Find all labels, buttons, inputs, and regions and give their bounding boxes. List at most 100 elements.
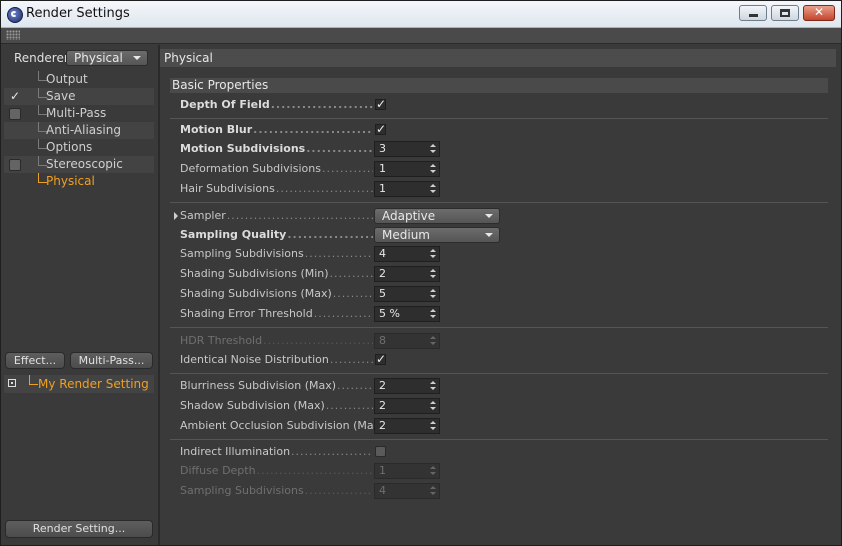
nav-item-label: Stereoscopic — [46, 157, 123, 171]
render-setting-button[interactable]: Render Setting... — [5, 520, 153, 538]
row-depth-of-field: Depth Of Field ✓ — [180, 96, 820, 114]
render-setting-item[interactable]: My Render Setting — [4, 375, 154, 393]
arrow-down-icon[interactable] — [430, 275, 436, 278]
arrow-up-icon[interactable] — [430, 309, 436, 312]
row-diffuse-depth: Diffuse Depth 1 — [180, 462, 820, 480]
shadow-subdivision-input[interactable]: 2 — [374, 398, 440, 414]
grip-icon[interactable] — [6, 30, 20, 40]
nav-item-anti-aliasing[interactable]: Anti-Aliasing — [4, 122, 154, 139]
sampler-dropdown[interactable]: Adaptive — [374, 208, 500, 224]
hdr-threshold-label: HDR Threshold — [180, 332, 373, 350]
expand-arrow-icon[interactable] — [174, 212, 178, 220]
arrow-down-icon[interactable] — [430, 170, 436, 173]
arrow-up-icon[interactable] — [430, 144, 436, 147]
minimize-button[interactable] — [739, 5, 767, 21]
render-setting-name: My Render Setting — [38, 377, 149, 391]
renderer-value: Physical — [74, 51, 123, 65]
checkbox-icon[interactable] — [9, 159, 21, 171]
expand-icon[interactable] — [8, 379, 16, 387]
renderer-dropdown[interactable]: Physical — [66, 50, 148, 66]
divider — [170, 202, 828, 203]
nav-item-save[interactable]: ✓ Save — [4, 88, 154, 105]
hair-subdivisions-label: Hair Subdivisions — [180, 180, 373, 198]
nav-item-stereoscopic[interactable]: Stereoscopic — [4, 156, 154, 173]
settings-nav: Output ✓ Save Multi-Pass Anti-Aliasing Option… — [4, 71, 154, 190]
shadow-subdivision-label: Shadow Subdivision (Max) — [180, 397, 373, 415]
nav-item-options[interactable]: Options — [4, 139, 154, 156]
diffuse-depth-input: 1 — [374, 463, 440, 479]
motion-subdivisions-input[interactable]: 3 — [374, 141, 440, 157]
arrow-up-icon[interactable] — [430, 269, 436, 272]
chevron-down-icon — [485, 214, 493, 218]
identical-noise-label: Identical Noise Distribution — [180, 351, 373, 369]
arrow-up-icon[interactable] — [430, 289, 436, 292]
motion-subdivisions-label: Motion Subdivisions — [180, 140, 373, 158]
arrow-up-icon[interactable] — [430, 249, 436, 252]
depth-of-field-label: Depth Of Field — [180, 96, 373, 114]
nav-item-multi-pass[interactable]: Multi-Pass — [4, 105, 154, 122]
title-bar[interactable]: Render Settings ✕ — [1, 1, 841, 28]
ao-subdivision-input[interactable]: 2 — [374, 418, 440, 434]
indirect-illumination-checkbox[interactable] — [375, 446, 386, 457]
arrow-down-icon — [430, 342, 436, 345]
arrow-down-icon[interactable] — [430, 315, 436, 318]
arrow-down-icon[interactable] — [430, 255, 436, 258]
shading-subdivisions-max-label: Shading Subdivisions (Max) — [180, 285, 373, 303]
nav-item-label: Physical — [46, 174, 95, 188]
sampling-quality-dropdown[interactable]: Medium — [374, 227, 500, 243]
arrow-down-icon — [430, 492, 436, 495]
arrow-up-icon[interactable] — [430, 164, 436, 167]
arrow-down-icon — [430, 472, 436, 475]
close-button[interactable]: ✕ — [803, 5, 835, 21]
nav-item-output[interactable]: Output — [4, 71, 154, 88]
arrow-up-icon[interactable] — [430, 421, 436, 424]
close-icon: ✕ — [813, 5, 825, 19]
blurriness-subdivision-input[interactable]: 2 — [374, 378, 440, 394]
maximize-button[interactable] — [771, 5, 799, 21]
identical-noise-checkbox[interactable]: ✓ — [375, 353, 386, 365]
diffuse-depth-label: Diffuse Depth — [180, 462, 373, 480]
blurriness-subdivision-label: Blurriness Subdivision (Max) — [180, 377, 373, 395]
row-motion-blur: Motion Blur ✓ — [180, 121, 820, 139]
arrow-down-icon[interactable] — [430, 407, 436, 410]
arrow-up-icon — [430, 336, 436, 339]
arrow-up-icon[interactable] — [430, 184, 436, 187]
arrow-down-icon[interactable] — [430, 295, 436, 298]
row-blurriness-subdivision: Blurriness Subdivision (Max) 2 — [180, 377, 820, 395]
section-header[interactable]: Basic Properties — [170, 78, 828, 93]
sampling-subdivisions-input[interactable]: 4 — [374, 246, 440, 262]
arrow-down-icon[interactable] — [430, 150, 436, 153]
nav-item-label: Options — [46, 140, 93, 154]
gi-sampling-subdivisions-label: Sampling Subdivisions — [180, 482, 373, 500]
depth-of-field-checkbox[interactable]: ✓ — [375, 98, 386, 110]
sampling-subdivisions-label: Sampling Subdivisions — [180, 245, 373, 263]
row-hdr-threshold: HDR Threshold 8 — [180, 332, 820, 350]
effect-button[interactable]: Effect... — [5, 352, 65, 369]
tree-connector — [29, 375, 38, 385]
deformation-subdivisions-input[interactable]: 1 — [374, 161, 440, 177]
cinema4d-logo-icon — [7, 7, 23, 23]
arrow-up-icon[interactable] — [430, 381, 436, 384]
row-hair-subdivisions: Hair Subdivisions 1 — [180, 180, 820, 198]
checkbox-icon[interactable] — [9, 108, 21, 120]
row-sampling-subdivisions: Sampling Subdivisions 4 — [180, 245, 820, 263]
hair-subdivisions-input[interactable]: 1 — [374, 181, 440, 197]
render-settings-window: Render Settings ✕ Renderer Physical Outp… — [0, 0, 842, 546]
row-shading-subdivisions-max: Shading Subdivisions (Max) 5 — [180, 285, 820, 303]
left-panel: Renderer Physical Output ✓ Save Multi-Pass A… — [1, 45, 160, 545]
arrow-up-icon — [430, 466, 436, 469]
gi-sampling-subdivisions-input: 4 — [374, 483, 440, 499]
arrow-down-icon[interactable] — [430, 427, 436, 430]
arrow-down-icon[interactable] — [430, 190, 436, 193]
arrow-up-icon[interactable] — [430, 401, 436, 404]
arrow-down-icon[interactable] — [430, 387, 436, 390]
nav-item-physical[interactable]: Physical — [4, 173, 154, 190]
motion-blur-checkbox[interactable]: ✓ — [375, 123, 386, 135]
multi-pass-button[interactable]: Multi-Pass... — [70, 352, 153, 369]
check-icon[interactable]: ✓ — [10, 88, 20, 105]
shading-subdivisions-min-input[interactable]: 2 — [374, 266, 440, 282]
shading-subdivisions-max-input[interactable]: 5 — [374, 286, 440, 302]
shading-error-threshold-input[interactable]: 5 % — [374, 306, 440, 322]
row-deformation-subdivisions: Deformation Subdivisions 1 — [180, 160, 820, 178]
row-shading-subdivisions-min: Shading Subdivisions (Min) 2 — [180, 265, 820, 283]
